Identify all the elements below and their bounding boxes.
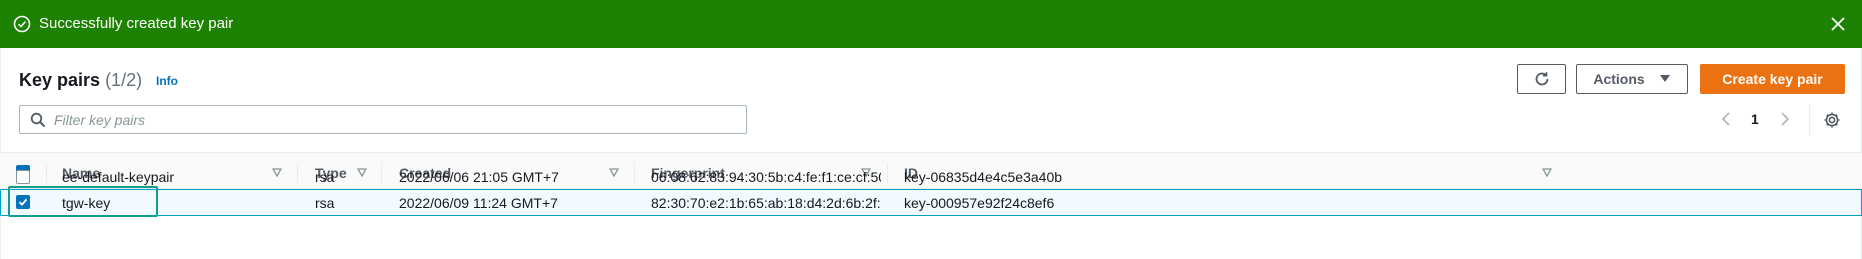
pager-divider — [1809, 104, 1810, 136]
cell-created: 2022/06/06 21:05 GMT+7 — [399, 169, 559, 185]
actions-button[interactable]: Actions — [1576, 64, 1688, 94]
search-input[interactable] — [54, 106, 734, 133]
caret-down-icon — [1659, 75, 1670, 82]
cell-fingerprint: 06:08:62:83:94:30:5b:c4:fe:f1:ce:cf:50:.… — [651, 169, 881, 185]
row-checkbox[interactable] — [16, 170, 30, 184]
info-link[interactable]: Info — [156, 74, 178, 88]
cell-type: rsa — [315, 194, 335, 211]
success-flash-bar: Successfully created key pair — [0, 0, 1862, 48]
cell-type: rsa — [315, 169, 335, 185]
filter-search-box[interactable] — [19, 105, 747, 134]
cell-id: key-06835d4e4c5e3a40b — [904, 169, 1063, 185]
cell-id: key-000957e92f24c8ef6 — [904, 194, 1055, 211]
current-page-number[interactable]: 1 — [1751, 111, 1759, 127]
page-title: Key pairs (1/2) — [19, 69, 142, 91]
actions-label: Actions — [1593, 71, 1645, 87]
selection-count: (1/2) — [105, 70, 143, 90]
cell-fingerprint: 82:30:70:e2:1b:65:ab:18:d4:2d:6b:2f:7... — [651, 194, 881, 211]
next-page-icon[interactable] — [1778, 110, 1792, 128]
close-icon[interactable] — [1828, 14, 1848, 34]
create-key-pair-label: Create key pair — [1722, 71, 1823, 87]
refresh-button[interactable] — [1517, 64, 1566, 94]
cell-created: 2022/06/09 11:24 GMT+7 — [399, 194, 558, 211]
refresh-icon — [1535, 72, 1548, 86]
title-text: Key pairs — [19, 70, 101, 90]
search-icon — [30, 112, 46, 128]
create-key-pair-button[interactable]: Create key pair — [1700, 64, 1845, 94]
success-check-icon — [13, 15, 31, 33]
table-row-selected[interactable]: tgw-key rsa 2022/06/09 11:24 GMT+7 82:30… — [0, 189, 1862, 216]
gear-icon[interactable] — [1823, 111, 1841, 129]
focus-highlight — [8, 186, 158, 217]
flash-message: Successfully created key pair — [39, 15, 234, 32]
previous-page-icon[interactable] — [1719, 110, 1733, 128]
